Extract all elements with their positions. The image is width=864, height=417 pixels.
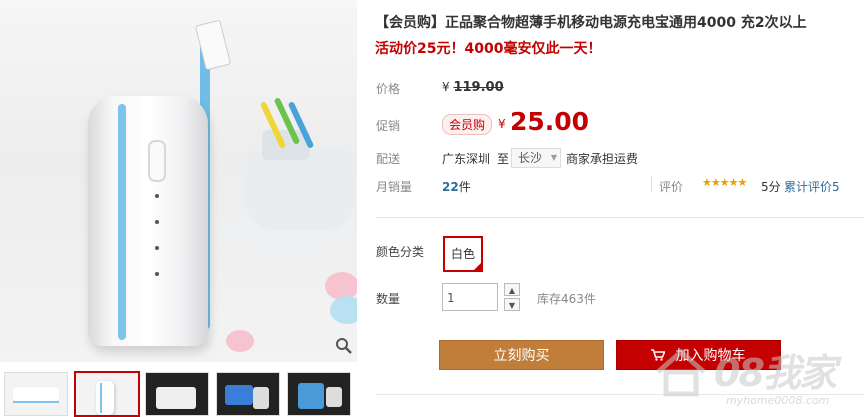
promo-currency-symbol: ¥ — [498, 117, 506, 131]
watermark-url: myhome0008.com — [726, 394, 830, 407]
original-price: ¥ 119.00 — [442, 80, 504, 95]
reviews-link[interactable]: 累计评价5 — [784, 178, 840, 195]
chevron-down-icon: ▼ — [550, 153, 557, 162]
thumbnail-strip — [0, 366, 357, 417]
background-mug — [245, 150, 355, 230]
rating-stars: ★★★★★ — [702, 176, 747, 189]
shipping-to-word: 至 — [497, 152, 510, 166]
quantity-decrease-button[interactable]: ▼ — [504, 298, 520, 311]
color-option-text: 白色 — [450, 247, 475, 261]
shipping-label: 配送 — [376, 152, 401, 166]
destination-value: 长沙 — [518, 151, 543, 165]
stock-count: 库存463件 — [537, 292, 596, 306]
watermark-brand: 08我家 — [714, 351, 837, 395]
led-dot — [155, 272, 159, 276]
led-dot — [155, 246, 159, 250]
shipping-origin: 广东深圳 — [442, 152, 491, 166]
monthly-sales: 22件 — [442, 178, 471, 195]
quantity-increase-button[interactable]: ▲ — [504, 283, 520, 296]
site-watermark: 08我家 myhome0008.com — [648, 338, 864, 414]
thumbnail[interactable] — [287, 372, 351, 416]
led-dot — [155, 194, 159, 198]
destination-select[interactable]: 长沙 ▼ — [511, 148, 561, 168]
selected-check-icon — [473, 262, 482, 271]
power-bank-button — [148, 140, 166, 182]
zoom-magnifier-icon[interactable] — [334, 337, 354, 357]
background-macaron — [330, 296, 357, 324]
promo-label: 促销 — [376, 119, 401, 133]
watermark-house-logo — [656, 348, 706, 397]
promo-price: 25.00 — [510, 107, 590, 136]
thumbnail[interactable] — [145, 372, 209, 416]
power-bank-logo — [109, 205, 123, 265]
thumbnail-active[interactable] — [74, 371, 140, 417]
original-price-value: 119.00 — [453, 80, 504, 95]
quantity-input[interactable]: 1 — [442, 283, 498, 311]
color-option-label: 颜色分类 — [376, 245, 425, 259]
buy-now-button[interactable]: 立刻购买 — [439, 340, 604, 370]
quantity-label: 数量 — [376, 292, 401, 306]
thumbnail[interactable] — [4, 372, 68, 416]
thumbnail[interactable] — [216, 372, 280, 416]
promo-subtitle: 活动价25元！4000毫安仅此一天！ — [375, 41, 602, 57]
monthly-sales-count: 22 — [442, 180, 459, 194]
color-option-white[interactable]: 白色 — [443, 236, 483, 272]
currency-symbol: ¥ — [442, 80, 450, 94]
section-divider — [375, 217, 864, 218]
led-dot — [155, 220, 159, 224]
member-badge: 会员购 — [442, 114, 493, 135]
background-macaron — [226, 330, 254, 352]
monthly-sales-label: 月销量 — [376, 180, 413, 194]
monthly-sales-unit: 件 — [458, 180, 471, 194]
rating-label: 评价 — [659, 180, 684, 194]
product-main-image[interactable] — [0, 0, 357, 362]
freight-info: 商家承担运费 — [566, 152, 639, 166]
rating-score: 5分 — [761, 180, 781, 194]
divider — [651, 176, 652, 192]
product-title: 【会员购】正品聚合物超薄手机移动电源充电宝通用4000 充2次以上 — [375, 15, 807, 31]
price-label: 价格 — [376, 82, 401, 96]
power-bank — [88, 96, 208, 346]
